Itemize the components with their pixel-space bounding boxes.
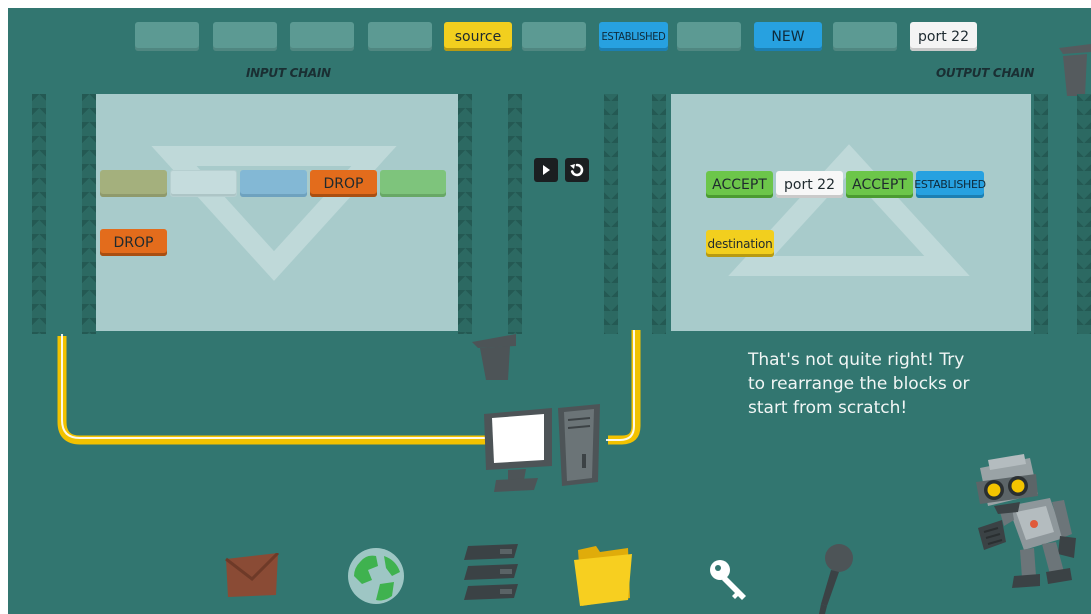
microphone-icon[interactable]: [813, 542, 855, 614]
robot-icon: [976, 454, 1076, 588]
server-rack-icon[interactable]: [462, 544, 520, 606]
globe-icon[interactable]: [346, 546, 406, 606]
folder-icon[interactable]: [572, 542, 634, 606]
envelope-icon[interactable]: [224, 553, 280, 597]
network-pipe: [57, 330, 641, 445]
key-icon[interactable]: [708, 558, 750, 604]
feedback-message: That's not quite right! Try to rearrange…: [748, 350, 970, 418]
computer-icon: [484, 404, 600, 492]
game-stage: source ESTABLISHED NEW port 22 INPUT CHA…: [8, 8, 1091, 614]
